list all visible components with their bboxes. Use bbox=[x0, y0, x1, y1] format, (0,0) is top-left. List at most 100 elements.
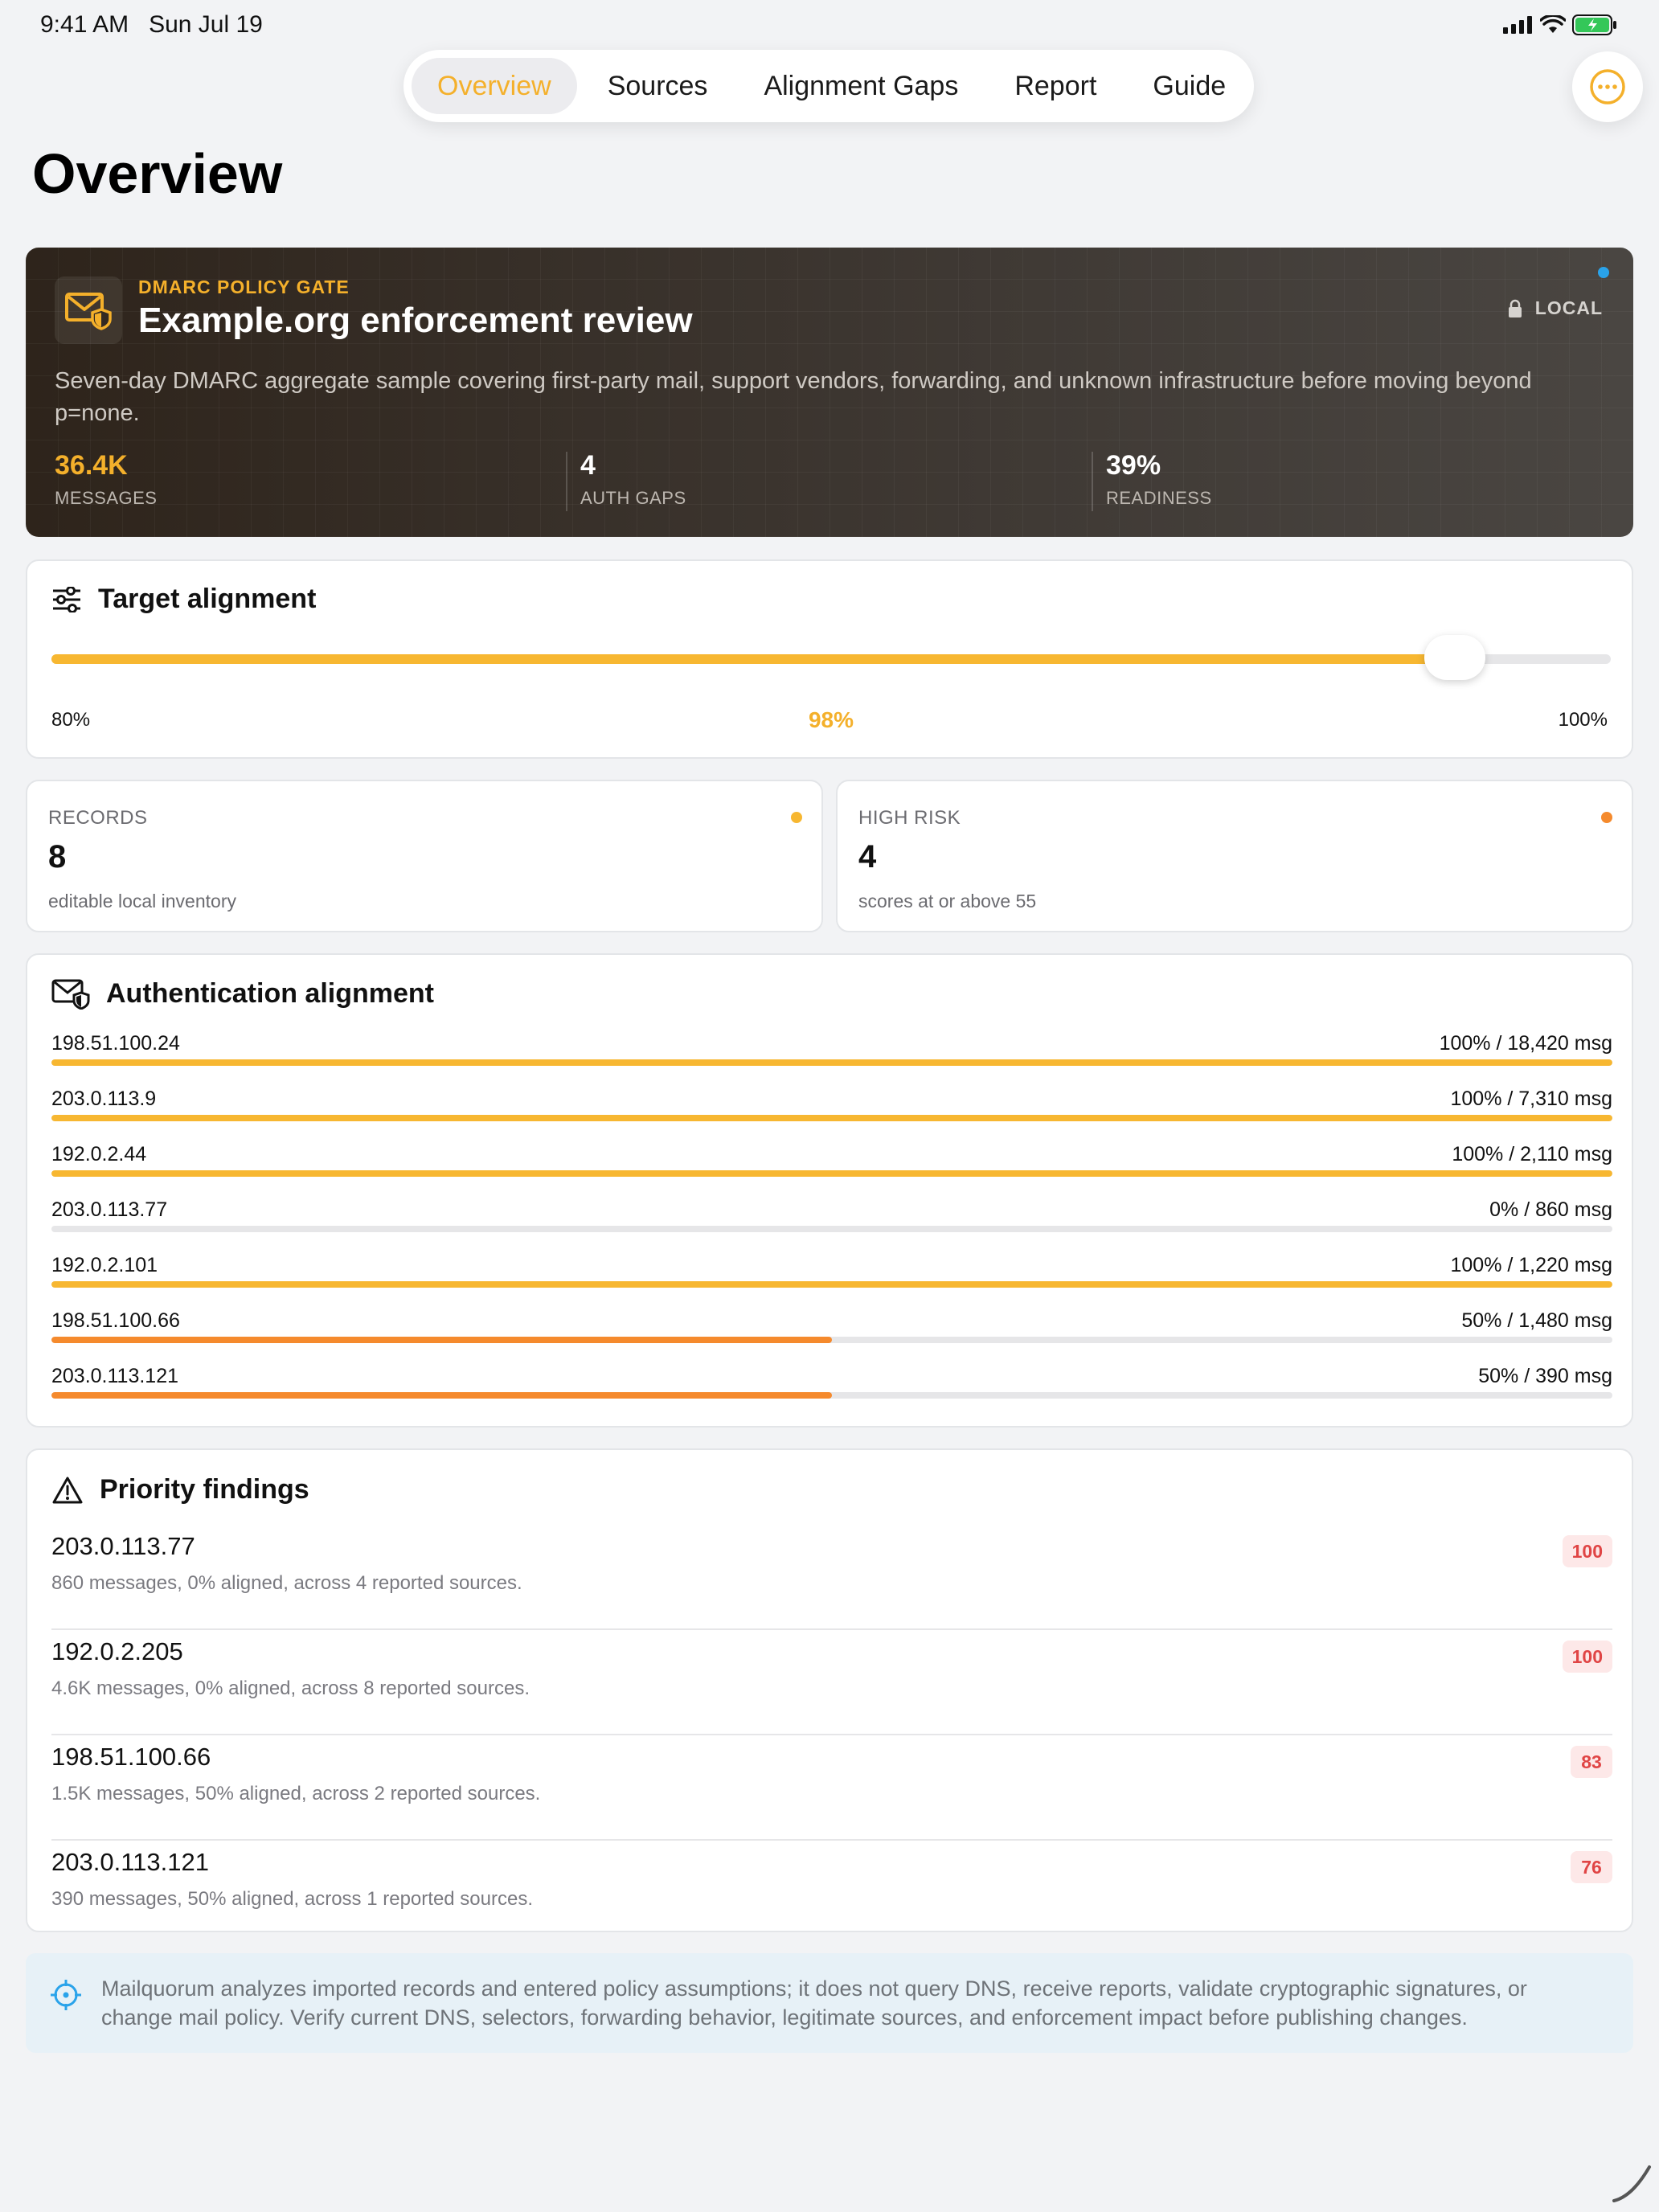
priority-findings-header: Priority findings bbox=[51, 1474, 309, 1505]
hero-stat-value: 4 bbox=[580, 450, 596, 481]
page-title: Overview bbox=[32, 142, 283, 205]
alignment-value: 100% / 1,220 msg bbox=[1450, 1254, 1612, 1276]
hero-kicker: DMARC POLICY GATE bbox=[138, 276, 350, 297]
stat-label: RECORDS bbox=[48, 807, 148, 829]
pencil-scribble-icon bbox=[1612, 2165, 1651, 2202]
alignment-bar-fill bbox=[51, 1337, 832, 1343]
tab-alignment-gaps[interactable]: Alignment Gaps bbox=[738, 58, 984, 114]
source-ip: 203.0.113.77 bbox=[51, 1198, 168, 1221]
stat-label: HIGH RISK bbox=[858, 807, 961, 829]
alignment-value: 0% / 860 msg bbox=[1489, 1198, 1612, 1221]
alignment-bar bbox=[51, 1337, 1612, 1343]
divider bbox=[1092, 452, 1093, 511]
card-title: Target alignment bbox=[98, 584, 317, 614]
hero-stat-label: AUTH GAPS bbox=[580, 488, 686, 508]
local-badge-label: LOCAL bbox=[1534, 297, 1603, 318]
finding-row[interactable]: 192.0.2.205 4.6K messages, 0% aligned, ac… bbox=[51, 1631, 1612, 1735]
source-ip: 198.51.100.24 bbox=[51, 1032, 180, 1055]
slider-fill bbox=[51, 654, 1455, 664]
finding-ip: 203.0.113.121 bbox=[51, 1848, 209, 1876]
hero-stat-value: 39% bbox=[1106, 450, 1161, 481]
scope-icon bbox=[51, 1980, 81, 2010]
hero-stat-messages: 36.4K MESSAGES bbox=[55, 450, 157, 509]
alignment-row: 192.0.2.101 100% / 1,220 msg bbox=[51, 1254, 1612, 1304]
slider-value-label: 98% bbox=[808, 707, 854, 732]
wifi-icon bbox=[1540, 15, 1566, 33]
hero-title: Example.org enforcement review bbox=[138, 301, 693, 340]
alignment-bar bbox=[51, 1170, 1612, 1177]
alignment-value: 50% / 1,480 msg bbox=[1461, 1309, 1612, 1332]
source-ip: 192.0.2.101 bbox=[51, 1254, 158, 1276]
alignment-value: 50% / 390 msg bbox=[1478, 1365, 1612, 1387]
tab-guide[interactable]: Guide bbox=[1127, 58, 1251, 114]
hero-stat-readiness: 39% READINESS bbox=[1106, 450, 1212, 509]
status-bar: 9:41 AM Sun Jul 19 bbox=[0, 0, 1659, 51]
finding-description: 860 messages, 0% aligned, across 4 repor… bbox=[51, 1572, 522, 1594]
finding-description: 4.6K messages, 0% aligned, across 8 repo… bbox=[51, 1677, 530, 1699]
alignment-bar bbox=[51, 1115, 1612, 1121]
status-icons bbox=[1503, 14, 1617, 35]
mail-shield-icon bbox=[55, 276, 122, 344]
source-ip: 203.0.113.121 bbox=[51, 1365, 179, 1387]
stat-value: 4 bbox=[858, 839, 877, 875]
target-alignment-slider[interactable] bbox=[51, 635, 1611, 680]
local-badge: LOCAL bbox=[1508, 297, 1603, 319]
policy-hero-card: DMARC POLICY GATE Example.org enforcemen… bbox=[26, 248, 1633, 537]
risk-score-badge: 100 bbox=[1562, 1535, 1612, 1567]
divider bbox=[51, 1628, 1612, 1630]
finding-row[interactable]: 203.0.113.121 390 messages, 50% aligned, … bbox=[51, 1841, 1612, 1946]
tab-sources[interactable]: Sources bbox=[582, 58, 734, 114]
auth-alignment-header: Authentication alignment bbox=[51, 977, 434, 1010]
stat-subtitle: editable local inventory bbox=[48, 891, 236, 911]
ellipsis-circle-icon bbox=[1590, 69, 1625, 104]
card-title: Priority findings bbox=[100, 1474, 309, 1505]
tab-overview[interactable]: Overview bbox=[412, 58, 577, 114]
alignment-value: 100% / 7,310 msg bbox=[1450, 1088, 1612, 1110]
slider-max-label: 100% bbox=[1558, 709, 1608, 731]
alignment-bar bbox=[51, 1281, 1612, 1288]
alignment-bar-fill bbox=[51, 1170, 1612, 1177]
risk-score-badge: 100 bbox=[1562, 1641, 1612, 1673]
target-alignment-header: Target alignment bbox=[51, 584, 316, 615]
source-ip: 192.0.2.44 bbox=[51, 1143, 147, 1165]
finding-ip: 192.0.2.205 bbox=[51, 1637, 183, 1665]
alignment-bar-fill bbox=[51, 1281, 1612, 1288]
tab-bar: Overview Sources Alignment Gaps Report Guide bbox=[403, 50, 1254, 122]
hero-stat-auth-gaps: 4 AUTH GAPS bbox=[580, 450, 686, 509]
source-ip: 198.51.100.66 bbox=[51, 1309, 180, 1332]
alignment-bar-fill bbox=[51, 1059, 1612, 1066]
divider bbox=[51, 1839, 1612, 1841]
warning-icon bbox=[52, 1477, 83, 1503]
finding-row[interactable]: 198.51.100.66 1.5K messages, 50% aligned,… bbox=[51, 1736, 1612, 1841]
finding-description: 390 messages, 50% aligned, across 1 repo… bbox=[51, 1888, 534, 1910]
alignment-bar-fill bbox=[51, 1115, 1612, 1121]
alignment-row: 203.0.113.121 50% / 390 msg bbox=[51, 1365, 1612, 1415]
hero-stat-label: MESSAGES bbox=[55, 488, 158, 508]
alignment-row: 198.51.100.24 100% / 18,420 msg bbox=[51, 1032, 1612, 1082]
alignment-value: 100% / 2,110 msg bbox=[1452, 1143, 1612, 1165]
slider-thumb[interactable] bbox=[1424, 635, 1485, 680]
alignment-row: 203.0.113.9 100% / 7,310 msg bbox=[51, 1088, 1612, 1137]
finding-row[interactable]: 203.0.113.77 860 messages, 0% aligned, ac… bbox=[51, 1526, 1612, 1630]
stat-subtitle: scores at or above 55 bbox=[858, 891, 1037, 911]
stat-value: 8 bbox=[48, 839, 67, 875]
card-title: Authentication alignment bbox=[106, 977, 434, 1009]
status-dot bbox=[791, 812, 802, 823]
status-time: 9:41 AM Sun Jul 19 bbox=[40, 11, 263, 38]
lock-icon bbox=[1508, 299, 1522, 317]
hero-stat-value: 36.4K bbox=[55, 450, 128, 481]
disclaimer-text: Mailquorum analyzes imported records and… bbox=[101, 1976, 1527, 2030]
high-risk-card: HIGH RISK 4 scores at or above 55 bbox=[836, 780, 1633, 932]
hero-description: Seven-day DMARC aggregate sample coverin… bbox=[55, 368, 1532, 426]
finding-description: 1.5K messages, 50% aligned, across 2 rep… bbox=[51, 1783, 541, 1804]
alignment-value: 100% / 18,420 msg bbox=[1439, 1032, 1612, 1055]
risk-score-badge: 83 bbox=[1571, 1746, 1612, 1778]
disclaimer-notice: Mailquorum analyzes imported records and… bbox=[26, 1953, 1633, 2053]
more-button[interactable] bbox=[1572, 51, 1643, 122]
sliders-icon bbox=[53, 586, 80, 612]
alignment-row: 192.0.2.44 100% / 2,110 msg bbox=[51, 1143, 1612, 1193]
alignment-bar bbox=[51, 1392, 1612, 1399]
battery-icon bbox=[1572, 14, 1616, 35]
alignment-row: 203.0.113.77 0% / 860 msg bbox=[51, 1198, 1612, 1248]
tab-report[interactable]: Report bbox=[989, 58, 1122, 114]
